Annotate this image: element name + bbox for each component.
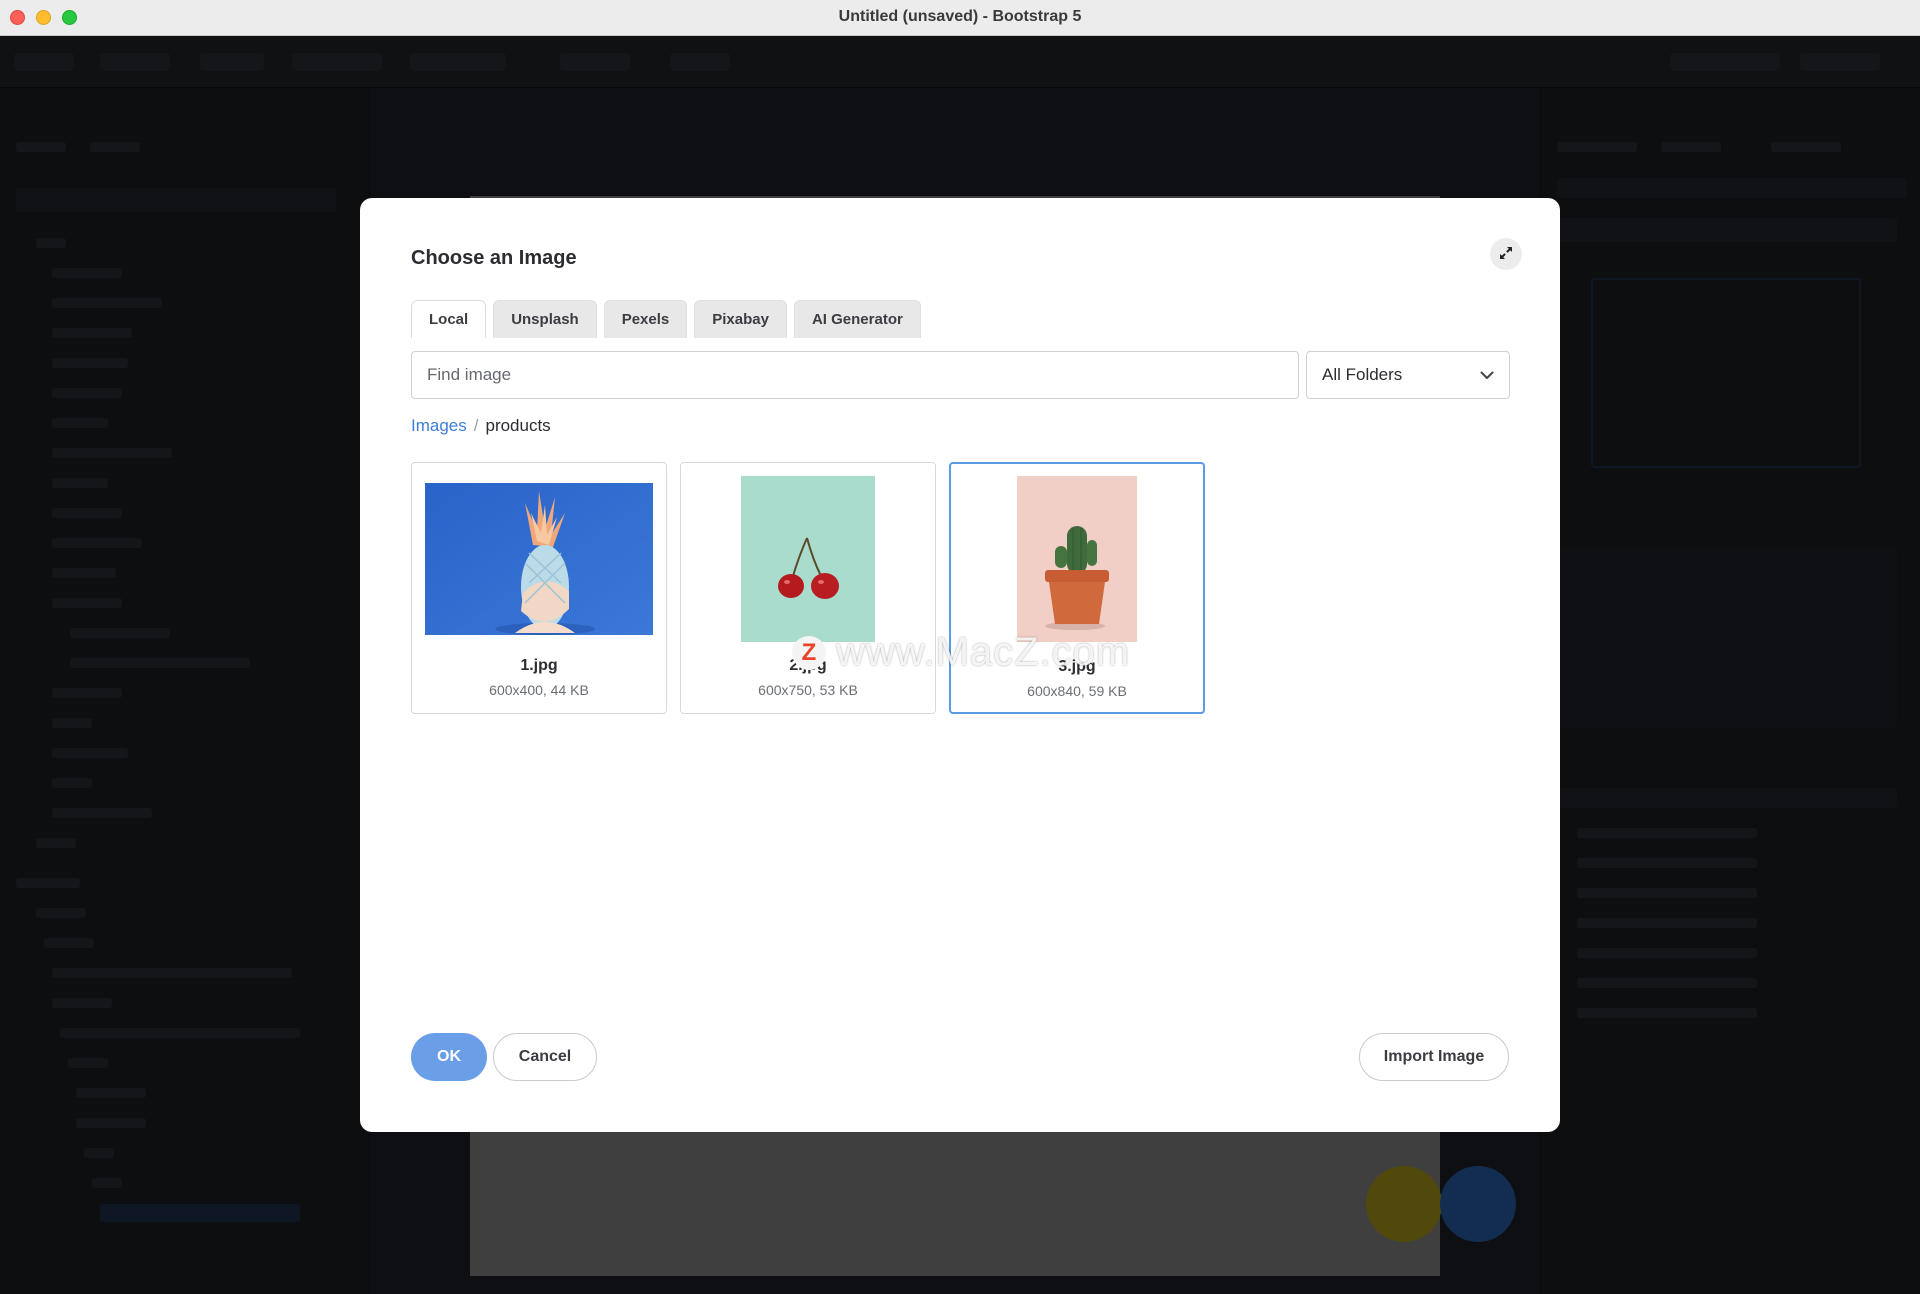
folder-select-value: All Folders: [1322, 365, 1403, 384]
image-meta: 600x750, 53 KB: [758, 682, 858, 698]
source-tabs: Local Unsplash Pexels Pixabay AI Generat…: [411, 300, 921, 338]
breadcrumb-images-link[interactable]: Images: [411, 416, 467, 436]
image-name: 1.jpg: [520, 657, 558, 674]
expand-dialog-button[interactable]: [1490, 238, 1522, 270]
tab-pixabay[interactable]: Pixabay: [694, 300, 787, 338]
image-meta: 600x400, 44 KB: [489, 682, 589, 698]
image-thumbnail-pineapple: [425, 483, 653, 635]
tab-pexels[interactable]: Pexels: [603, 300, 688, 338]
tab-unsplash[interactable]: Unsplash: [493, 300, 597, 338]
image-name: 2.jpg: [789, 657, 827, 674]
breadcrumb-separator: /: [473, 416, 479, 435]
window-title: Untitled (unsaved) - Bootstrap 5: [838, 8, 1082, 25]
breadcrumb: Images / products: [411, 416, 551, 436]
breadcrumb-current: products: [485, 416, 551, 435]
expand-arrows-icon: [1499, 246, 1513, 263]
image-meta: 600x840, 59 KB: [1027, 683, 1127, 699]
ok-button[interactable]: OK: [411, 1033, 487, 1081]
tab-ai-generator[interactable]: AI Generator: [793, 300, 921, 338]
choose-image-dialog: Choose an Image Local Unsplash Pexels Pi…: [360, 198, 1560, 1132]
find-image-input[interactable]: [411, 351, 1299, 399]
cancel-button[interactable]: Cancel: [493, 1033, 597, 1081]
image-card-1[interactable]: 1.jpg 600x400, 44 KB: [411, 462, 667, 714]
image-card-3[interactable]: 3.jpg 600x840, 59 KB: [949, 462, 1205, 714]
image-thumbnail-cherries: [741, 476, 875, 642]
window-titlebar: Untitled (unsaved) - Bootstrap 5: [0, 0, 1920, 36]
tab-local[interactable]: Local: [411, 300, 487, 338]
image-thumbnail-cactus: [1017, 476, 1137, 642]
image-grid: 1.jpg 600x400, 44 KB 2.jpg 600x750, 53 K…: [411, 462, 1205, 714]
folder-select[interactable]: All Folders: [1306, 351, 1510, 399]
chevron-down-icon: [1480, 365, 1494, 385]
dialog-title: Choose an Image: [411, 247, 577, 269]
image-name: 3.jpg: [1058, 658, 1096, 675]
import-image-button[interactable]: Import Image: [1359, 1033, 1509, 1081]
image-card-2[interactable]: 2.jpg 600x750, 53 KB: [680, 462, 936, 714]
